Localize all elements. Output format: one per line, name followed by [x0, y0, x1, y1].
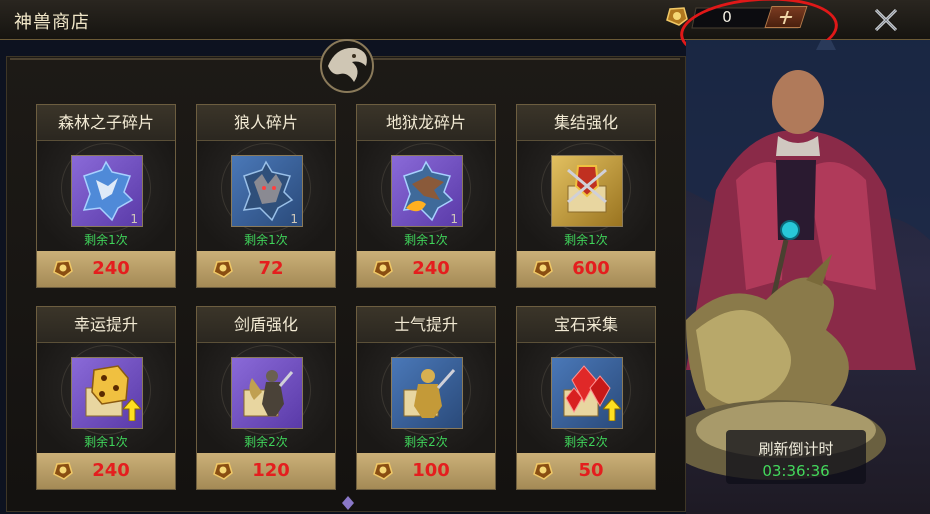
shop-item-card[interactable]: 集结强化 剩余1次 600 — [516, 104, 656, 288]
item-frame: 1 — [231, 155, 303, 227]
refresh-countdown-timer: 03:36:36 — [762, 462, 830, 480]
item-body: 1 剩余1次 — [357, 141, 495, 251]
item-body: 剩余2次 — [357, 343, 495, 453]
price-bar[interactable]: 600 — [517, 251, 655, 287]
item-frame — [391, 357, 463, 429]
item-quantity: 1 — [290, 212, 298, 226]
upgrade-arrow-icon — [603, 399, 621, 421]
price-value: 240 — [92, 460, 130, 481]
dragon-emblem-icon — [320, 39, 374, 93]
item-name: 幸运提升 — [37, 307, 175, 343]
item-name: 地狱龙碎片 — [357, 105, 495, 141]
morale-boost-icon — [403, 369, 456, 418]
shop-item-card[interactable]: 宝石采集 剩余2次 50 — [516, 306, 656, 490]
shop-item-card[interactable]: 森林之子碎片 1 剩余1次 240 — [36, 104, 176, 288]
upgrade-arrow-icon — [123, 399, 141, 421]
item-body: 1 剩余1次 — [37, 141, 175, 251]
price-bar[interactable]: 240 — [357, 251, 495, 287]
rally-boost-icon — [567, 165, 607, 213]
item-frame — [231, 357, 303, 429]
diamond-marker-icon — [342, 496, 354, 510]
shop-item-card[interactable]: 幸运提升 剩余1次 240 — [36, 306, 176, 490]
item-name: 宝石采集 — [517, 307, 655, 343]
item-frame — [551, 155, 623, 227]
gold-coin-icon — [373, 462, 393, 480]
gold-coin-icon — [533, 462, 553, 480]
shop-item-card[interactable]: 剑盾强化 剩余2次 120 — [196, 306, 336, 490]
item-body: 1 剩余1次 — [197, 141, 335, 251]
price-bar[interactable]: 240 — [37, 251, 175, 287]
price-bar[interactable]: 240 — [37, 453, 175, 489]
remaining-count: 剩余2次 — [404, 435, 448, 449]
gold-coin-icon — [53, 260, 73, 278]
remaining-count: 剩余1次 — [564, 233, 608, 247]
item-quantity: 1 — [130, 212, 138, 226]
price-value: 100 — [412, 460, 450, 481]
sword-shield-boost-icon — [243, 370, 294, 417]
item-quantity: 1 — [450, 212, 458, 226]
price-bar[interactable]: 50 — [517, 453, 655, 489]
price-value: 120 — [252, 460, 290, 481]
shop-item-card[interactable]: 地狱龙碎片 1 剩余1次 240 — [356, 104, 496, 288]
remaining-count: 剩余1次 — [244, 233, 288, 247]
item-frame: 1 — [71, 155, 143, 227]
item-body: 剩余2次 — [517, 343, 655, 453]
price-value: 72 — [258, 258, 284, 279]
price-bar[interactable]: 72 — [197, 251, 335, 287]
remaining-count: 剩余1次 — [404, 233, 448, 247]
remaining-count: 剩余1次 — [84, 233, 128, 247]
shop-item-card[interactable]: 士气提升 剩余2次 100 — [356, 306, 496, 490]
price-value: 240 — [412, 258, 450, 279]
item-name: 集结强化 — [517, 105, 655, 141]
price-value: 240 — [92, 258, 130, 279]
item-body: 剩余1次 — [37, 343, 175, 453]
gold-coin-icon — [213, 260, 233, 278]
remaining-count: 剩余2次 — [564, 435, 608, 449]
shop-item-card[interactable]: 狼人碎片 1 剩余1次 72 — [196, 104, 336, 288]
item-name: 士气提升 — [357, 307, 495, 343]
remaining-count: 剩余2次 — [244, 435, 288, 449]
item-name: 森林之子碎片 — [37, 105, 175, 141]
item-body: 剩余1次 — [517, 141, 655, 251]
close-icon[interactable] — [874, 8, 898, 32]
page-title: 神兽商店 — [14, 12, 90, 33]
price-value: 600 — [572, 258, 610, 279]
item-name: 狼人碎片 — [197, 105, 335, 141]
gold-coin-icon — [373, 260, 393, 278]
remaining-count: 剩余1次 — [84, 435, 128, 449]
refresh-countdown-label: 刷新倒计时 — [758, 440, 834, 458]
gold-coin-icon — [53, 462, 73, 480]
item-frame: 1 — [391, 155, 463, 227]
gold-coin-icon — [213, 462, 233, 480]
item-body: 剩余2次 — [197, 343, 335, 453]
price-bar[interactable]: 100 — [357, 453, 495, 489]
gold-coin-icon — [533, 260, 553, 278]
price-bar[interactable]: 120 — [197, 453, 335, 489]
price-value: 50 — [578, 460, 604, 481]
item-name: 剑盾强化 — [197, 307, 335, 343]
